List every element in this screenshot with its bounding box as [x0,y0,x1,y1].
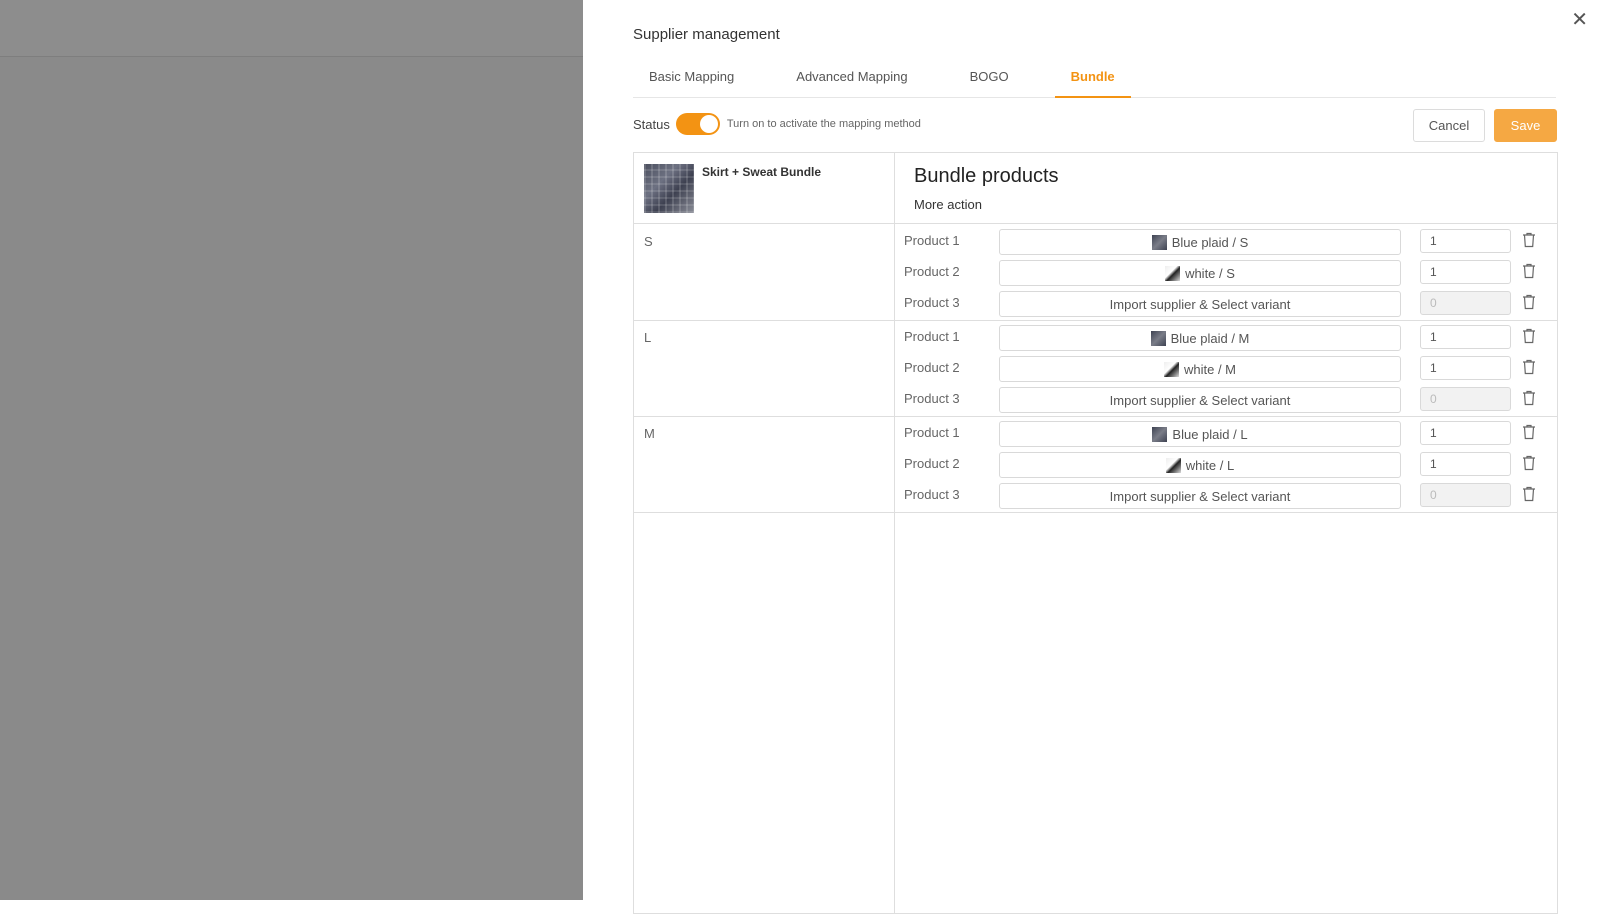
variant-select[interactable]: white / L [999,452,1401,478]
save-button[interactable]: Save [1494,109,1557,142]
trash-icon[interactable] [1522,294,1536,310]
product-row: Product 2 white / M [904,356,1544,382]
more-action-link[interactable]: More action [914,197,982,212]
quantity-input[interactable] [1420,229,1511,253]
trash-icon[interactable] [1522,232,1536,248]
product-row: Product 3 Import supplier & Select varian… [904,387,1544,413]
variant-select[interactable]: Blue plaid / L [999,421,1401,447]
variant-select[interactable]: white / S [999,260,1401,286]
bundle-product-image [644,164,694,213]
variant-select-text: Import supplier & Select variant [1109,488,1291,504]
quantity-input[interactable] [1420,387,1511,411]
mapping-tabs: Basic Mapping Advanced Mapping BOGO Bund… [633,60,1556,98]
variant-thumbnail-icon [1163,361,1179,377]
status-row: Status Turn on to activate the mapping m… [633,113,921,135]
trash-icon[interactable] [1522,486,1536,502]
product-label: Product 2 [904,360,960,375]
quantity-input[interactable] [1420,356,1511,380]
variant-select[interactable]: Blue plaid / S [999,229,1401,255]
variant-label: L [644,330,652,345]
product-row: Product 1 Blue plaid / L [904,421,1544,447]
product-row: Product 3 Import supplier & Select varian… [904,483,1544,509]
drawer-title: Supplier management [633,26,780,43]
tab-bogo[interactable]: BOGO [954,60,1025,96]
variant-group: S Product 1 Blue plaid / S Product 2 white /… [634,224,1557,321]
product-label: Product 1 [904,329,960,344]
variant-select-text: white / S [1185,265,1235,281]
quantity-input[interactable] [1420,325,1511,349]
variant-select-text: white / M [1183,361,1236,377]
product-row: Product 1 Blue plaid / S [904,229,1544,255]
product-label: Product 3 [904,391,960,406]
quantity-input[interactable] [1420,421,1511,445]
variant-select-text: Import supplier & Select variant [1109,392,1291,408]
tab-advanced-mapping[interactable]: Advanced Mapping [780,60,923,96]
variant-label: S [644,234,653,249]
trash-icon[interactable] [1522,263,1536,279]
product-label: Product 1 [904,425,960,440]
product-label: Product 2 [904,456,960,471]
variant-label: M [644,426,655,441]
bundle-header: Skirt + Sweat Bundle Bundle products Mor… [634,153,1557,224]
product-row: Product 2 white / L [904,452,1544,478]
variant-select-text: Import supplier & Select variant [1109,296,1291,312]
trash-icon[interactable] [1522,359,1536,375]
variant-select[interactable]: Import supplier & Select variant [999,483,1401,509]
trash-icon[interactable] [1522,424,1536,440]
variant-thumbnail-icon [1151,234,1167,250]
tab-bundle[interactable]: Bundle [1054,60,1131,98]
variant-select-text: Blue plaid / M [1170,330,1250,346]
status-toggle[interactable] [675,113,720,135]
tab-basic-mapping[interactable]: Basic Mapping [633,60,750,96]
variant-select[interactable]: Blue plaid / M [999,325,1401,351]
toggle-knob [699,115,718,133]
status-hint: Turn on to activate the mapping method [726,118,921,130]
quantity-input[interactable] [1420,291,1511,315]
variant-select-text: Blue plaid / S [1171,234,1249,250]
product-row: Product 1 Blue plaid / M [904,325,1544,351]
product-label: Product 1 [904,233,960,248]
variant-thumbnail-icon [1150,330,1166,346]
cancel-button[interactable]: Cancel [1413,109,1485,142]
product-label: Product 2 [904,264,960,279]
product-row: Product 2 white / S [904,260,1544,286]
quantity-input[interactable] [1420,260,1511,284]
variant-select-text: white / L [1185,457,1235,473]
variant-thumbnail-icon [1165,265,1181,281]
quantity-input[interactable] [1420,483,1511,507]
variant-group: M Product 1 Blue plaid / L Product 2 white /… [634,416,1557,513]
variant-select[interactable]: Import supplier & Select variant [999,387,1401,413]
variant-group: L Product 1 Blue plaid / M Product 2 white /… [634,320,1557,417]
variant-thumbnail-icon [1152,426,1168,442]
quantity-input[interactable] [1420,452,1511,476]
modal-backdrop[interactable] [0,0,583,900]
supplier-management-drawer: ✕ Supplier management Basic Mapping Adva… [583,0,1600,914]
bundle-name: Skirt + Sweat Bundle [702,165,822,179]
variant-select[interactable]: Import supplier & Select variant [999,291,1401,317]
product-label: Product 3 [904,295,960,310]
product-row: Product 3 Import supplier & Select varian… [904,291,1544,317]
backdrop-header [0,0,583,57]
status-label: Status [633,116,670,132]
trash-icon[interactable] [1522,328,1536,344]
variant-thumbnail-icon [1165,457,1181,473]
close-icon[interactable]: ✕ [1571,10,1588,30]
product-label: Product 3 [904,487,960,502]
bundle-mapping-table: Skirt + Sweat Bundle Bundle products Mor… [633,152,1558,914]
variant-select-text: Blue plaid / L [1172,426,1248,442]
variant-select[interactable]: white / M [999,356,1401,382]
bundle-products-title: Bundle products [914,165,1059,187]
trash-icon[interactable] [1522,390,1536,406]
trash-icon[interactable] [1522,455,1536,471]
